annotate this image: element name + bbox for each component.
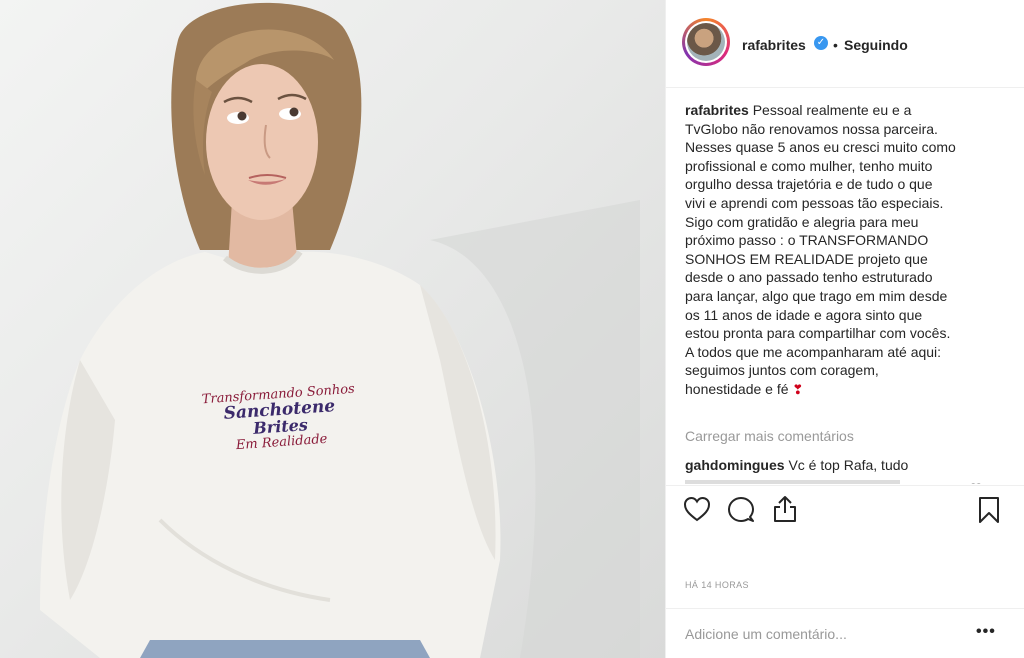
post-timestamp[interactable]: HÁ 14 HORAS: [685, 580, 749, 590]
caption-username[interactable]: rafabrites: [685, 102, 749, 118]
avatar[interactable]: [682, 18, 730, 66]
follow-status-button[interactable]: Seguindo: [844, 37, 908, 53]
post-side-panel: rafabrites ✓ • Seguindo rafabrites Pesso…: [665, 0, 1024, 658]
heart-icon[interactable]: [683, 496, 711, 527]
heart-exclamation-emoji: ❣: [792, 381, 804, 397]
post-caption: rafabrites Pessoal realmente eu e a TvGl…: [685, 101, 997, 400]
header-separator: •: [833, 37, 838, 53]
avatar-photo: [687, 23, 725, 61]
post-photo[interactable]: Transformando Sonhos Sanchotene Brites E…: [0, 0, 665, 658]
avatar-ring-inner: [685, 21, 727, 63]
comment-like-heart-icon[interactable]: [970, 476, 982, 484]
comment-overflow-text: [685, 476, 965, 484]
more-options-icon[interactable]: •••: [976, 623, 996, 641]
comment-input[interactable]: Adicione um comentário...: [685, 626, 847, 642]
comment-item: gahdomingues Vc é top Rafa, tudo: [685, 457, 985, 473]
header-username[interactable]: rafabrites: [742, 37, 806, 53]
comment-composer: Adicione um comentário... •••: [666, 608, 1024, 658]
comment-icon[interactable]: [727, 496, 755, 529]
share-icon[interactable]: [772, 495, 798, 528]
comment-text: Vc é top Rafa, tudo: [788, 457, 909, 473]
post-photo-illustration: [40, 2, 640, 658]
post-header: rafabrites ✓ • Seguindo: [666, 0, 1024, 88]
caption-text: Pessoal realmente eu e a TvGlobo não ren…: [685, 102, 956, 397]
load-more-comments-link[interactable]: Carregar mais comentários: [685, 428, 854, 444]
verified-badge-icon: ✓: [814, 36, 828, 50]
bookmark-icon[interactable]: [978, 496, 1000, 529]
comment-username[interactable]: gahdomingues: [685, 457, 785, 473]
actions-divider: [666, 485, 1024, 486]
